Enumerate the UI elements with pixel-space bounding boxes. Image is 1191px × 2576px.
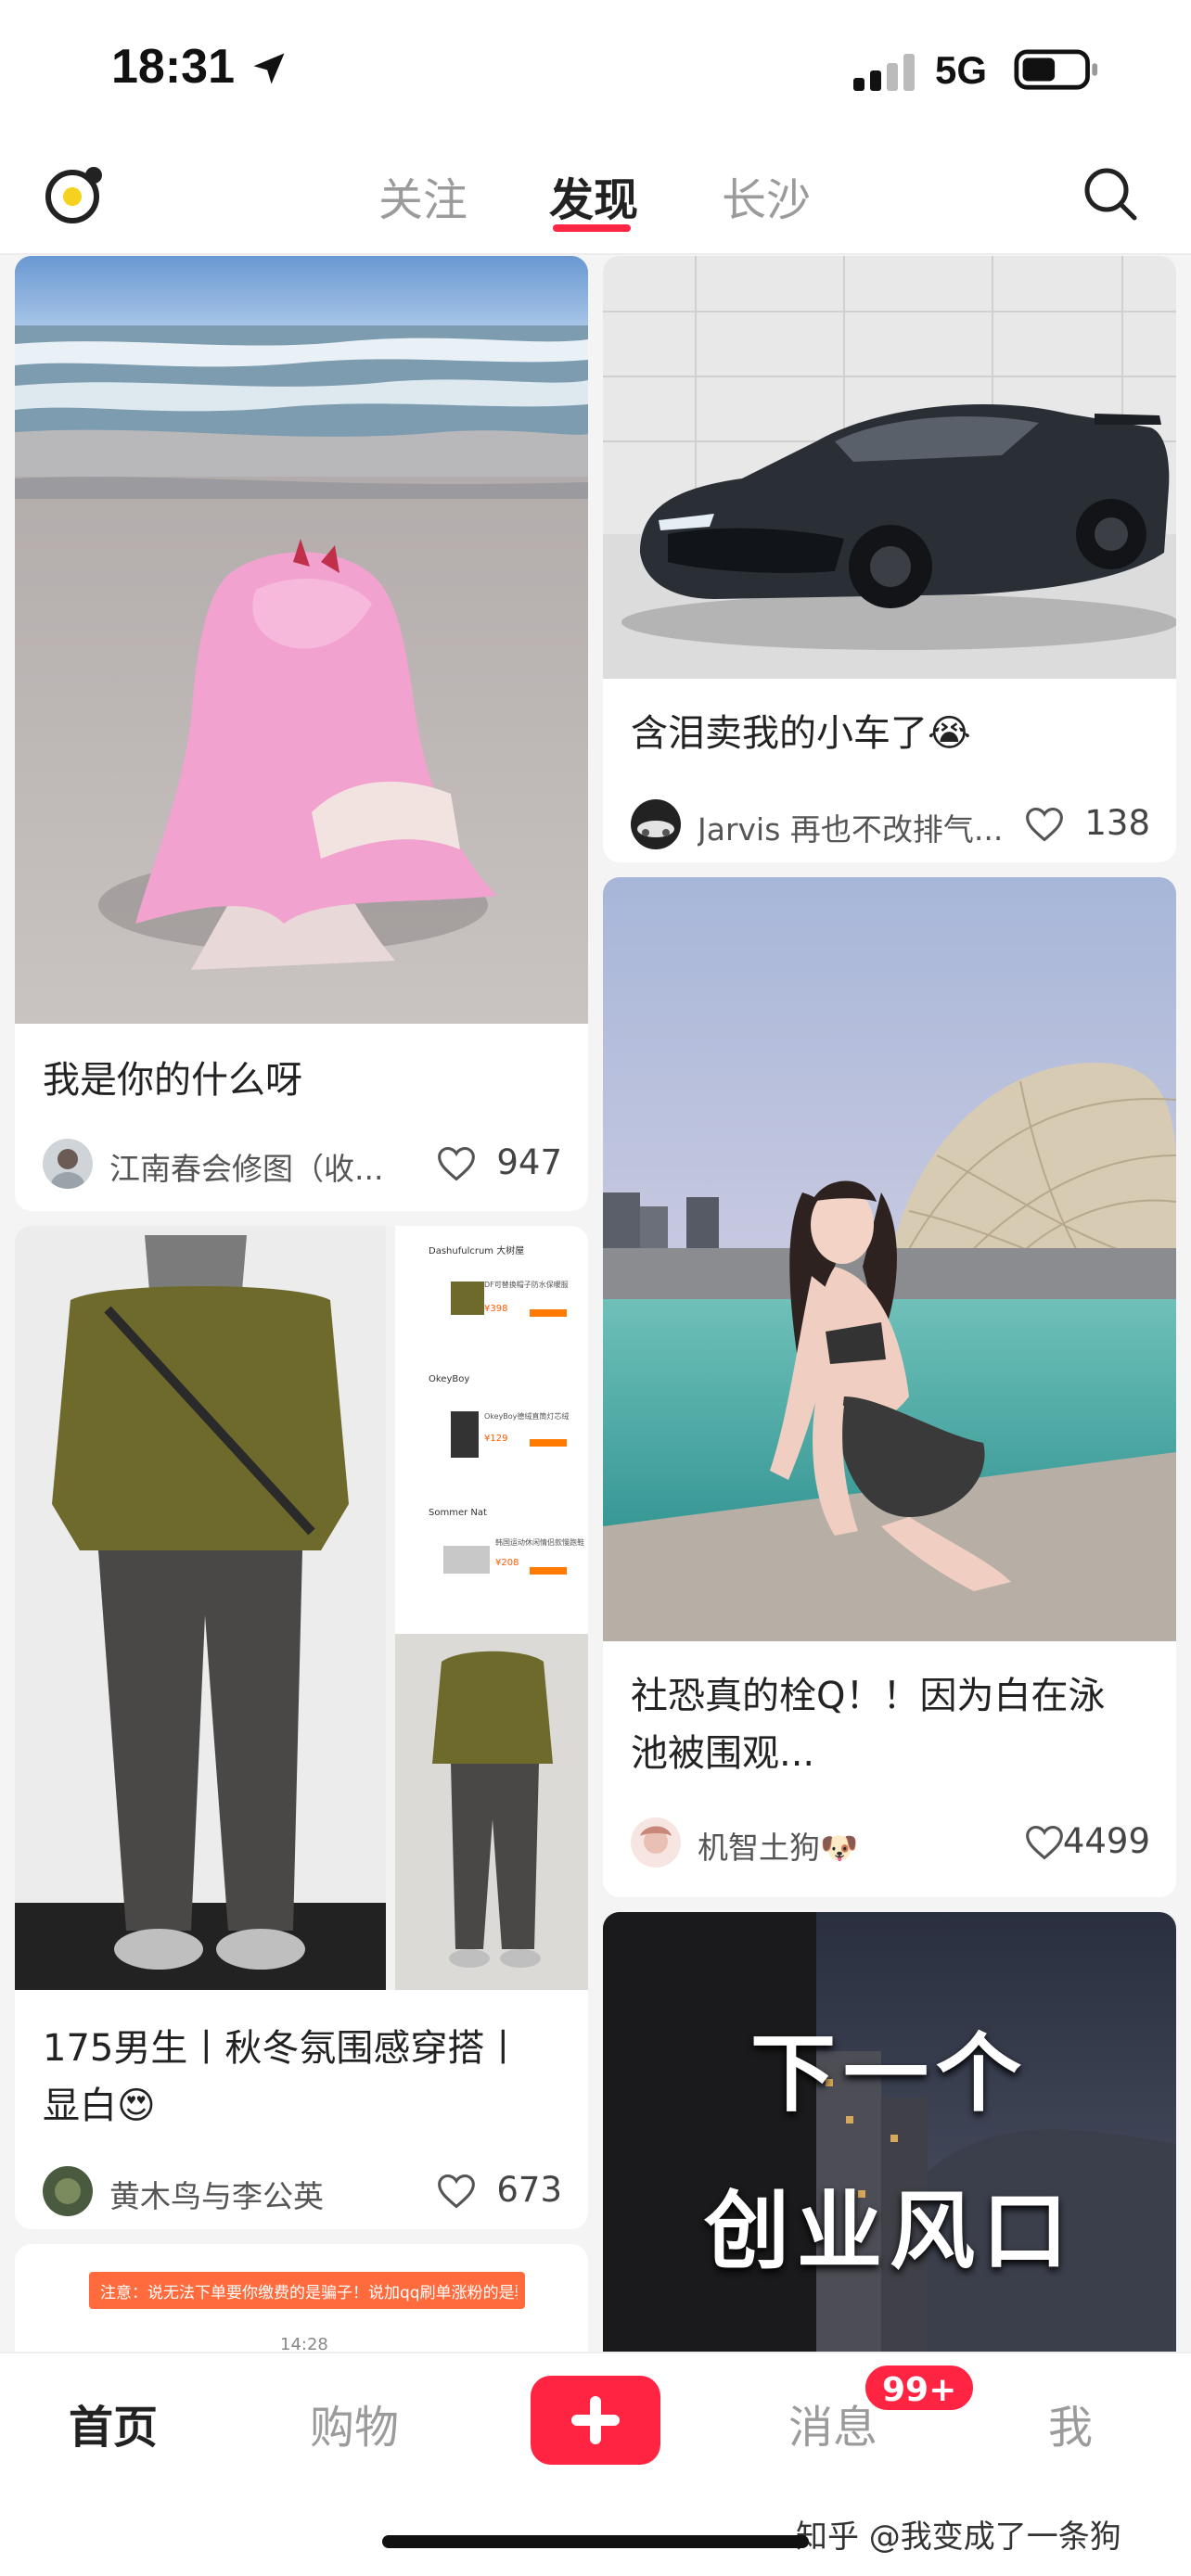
item-price: ¥398 — [484, 1304, 508, 1314]
note-card[interactable]: 下一个 创业风口 — [603, 1912, 1176, 2352]
outfit-photo — [15, 1226, 588, 1990]
card-title: 我是你的什么呀 — [43, 1059, 302, 1102]
watermark: 知乎 @我变成了一条狗 — [796, 2519, 1121, 2556]
tab-home[interactable]: 首页 — [69, 2391, 158, 2455]
item-name: OkeyBoy德绒直筒灯芯绒 — [484, 1412, 570, 1421]
author-name[interactable]: 机智土狗🐶 — [698, 1823, 1004, 1868]
like-count: 947 — [496, 1142, 562, 1182]
poster-text-line-1: 下一个 — [749, 2024, 1029, 2123]
like-count: 4499 — [1062, 1821, 1150, 1861]
shop-name: OkeyBoy — [429, 1374, 470, 1384]
location-arrow-icon — [253, 53, 285, 84]
tab-local[interactable]: 长沙 — [722, 163, 811, 228]
post-button[interactable] — [531, 2376, 660, 2465]
tab-following[interactable]: 关注 — [378, 163, 467, 228]
heart-icon[interactable] — [1024, 1823, 1065, 1862]
camera-dot-icon[interactable] — [41, 159, 109, 228]
card-title-line-2: 池被围观... — [631, 1732, 815, 1775]
message-time: 14:28 — [280, 2335, 328, 2352]
note-card[interactable]: 社恐真的栓Q！！因为白在泳 池被围观... 机智土狗🐶 4499 — [603, 877, 1176, 1897]
note-card[interactable]: 含泪卖我的小车了😭 Jarvis 再也不改排气... 138 — [603, 256, 1176, 862]
avatar[interactable] — [43, 1139, 93, 1189]
card-title: 含泪卖我的小车了😭 — [631, 712, 971, 755]
author-name[interactable]: 黄木鸟与李公英 — [109, 2172, 416, 2216]
item-price: ¥208 — [495, 1558, 519, 1568]
tab-me[interactable]: 我 — [1048, 2391, 1093, 2455]
note-card[interactable]: 注意：说无法下单要你缴费的是骗子！说加qq刷单涨粉的是骗 14:28 — [15, 2244, 588, 2352]
author-name[interactable]: 江南春会修图（收... — [109, 1144, 416, 1189]
note-card[interactable]: 我是你的什么呀 江南春会修图（收... 947 — [15, 256, 588, 1211]
card-title-line-1: 175男生丨秋冬氛围感穿搭丨 — [43, 2027, 522, 2070]
card-meta: Jarvis 再也不改排气... 138 — [631, 799, 1150, 849]
note-card[interactable]: Dashufulcrum 大树屋 DF可替换帽子防水保暖服 ¥398 OkeyB… — [15, 1226, 588, 2229]
status-bar: 18:31 5G — [0, 0, 1191, 139]
avatar[interactable] — [43, 2166, 93, 2216]
status-time: 18:31 — [111, 40, 235, 94]
card-title-line-1: 社恐真的栓Q！！因为白在泳 — [631, 1675, 1106, 1717]
network-type: 5G — [935, 48, 988, 92]
author-name[interactable]: Jarvis 再也不改排气... — [698, 805, 1004, 849]
pool-photo — [603, 877, 1176, 1641]
like-count: 138 — [1084, 803, 1150, 843]
card-meta: 江南春会修图（收... 947 — [43, 1139, 562, 1189]
tab-messages[interactable]: 消息 — [788, 2391, 877, 2455]
avatar[interactable] — [631, 799, 681, 849]
active-tab-indicator — [553, 224, 631, 232]
item-price: ¥129 — [484, 1434, 508, 1444]
like-count: 673 — [496, 2170, 562, 2210]
home-indicator[interactable] — [382, 2535, 809, 2548]
item-name: 韩国运动休闲情侣款慢跑鞋 — [495, 1538, 584, 1547]
tab-discover[interactable]: 发现 — [549, 163, 638, 228]
plus-icon-bar — [571, 2415, 620, 2426]
item-name: DF可替换帽子防水保暖服 — [484, 1281, 569, 1289]
search-icon[interactable] — [1076, 159, 1145, 228]
heart-icon[interactable] — [436, 2172, 477, 2211]
unread-badge: 99+ — [863, 2363, 977, 2413]
card-meta: 机智土狗🐶 4499 — [631, 1817, 1150, 1868]
discover-feed[interactable]: 我是你的什么呀 江南春会修图（收... 947 含泪卖我的小车了😭 Jarvis… — [0, 256, 1191, 2352]
card-title-line-2: 显白😍 — [43, 2085, 156, 2127]
avatar[interactable] — [631, 1817, 681, 1868]
warning-text: 注意：说无法下单要你缴费的是骗子！说加qq刷单涨粉的是骗 — [100, 2284, 518, 2302]
battery-icon — [1014, 49, 1098, 90]
car-photo — [603, 256, 1176, 679]
top-nav: 关注 发现 长沙 — [0, 139, 1191, 255]
signal-icon — [853, 54, 915, 91]
heart-icon[interactable] — [436, 1144, 477, 1183]
shop-name: Dashufulcrum 大树屋 — [429, 1246, 525, 1256]
poster-text-line-2: 创业风口 — [703, 2182, 1075, 2281]
tab-shopping[interactable]: 购物 — [310, 2391, 399, 2455]
beach-photo — [15, 256, 588, 1024]
heart-icon[interactable] — [1024, 805, 1065, 844]
shop-name: Sommer Nat — [429, 1508, 487, 1518]
card-meta: 黄木鸟与李公英 673 — [43, 2166, 562, 2216]
